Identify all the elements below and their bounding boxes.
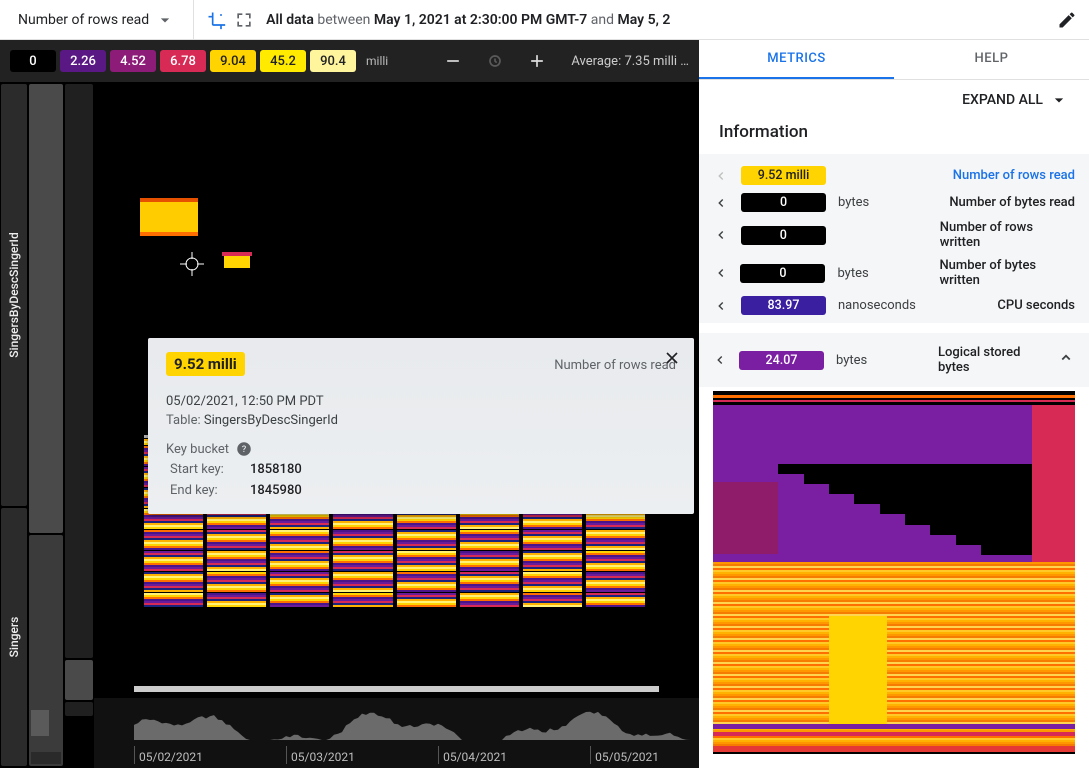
legend-swatch: 9.04 bbox=[210, 50, 256, 72]
legend-average: Average: 7.35 milli … bbox=[571, 54, 689, 69]
info-metric-name: Number of rows read bbox=[953, 168, 1075, 183]
help-icon[interactable]: ? bbox=[235, 440, 253, 458]
info-unit: bytes bbox=[836, 353, 926, 368]
legend-swatch: 4.52 bbox=[110, 50, 156, 72]
info-row[interactable]: 9.52 milli Number of rows read bbox=[713, 162, 1075, 189]
timeline-tick: 05/05/2021 bbox=[590, 746, 659, 764]
mini-heatmap[interactable] bbox=[713, 391, 1075, 754]
legend-swatch: 2.26 bbox=[60, 50, 106, 72]
tab-help[interactable]: HELP bbox=[894, 40, 1089, 79]
timeline-sparkline[interactable]: 05/02/2021 05/03/2021 05/04/2021 05/05/2021 bbox=[94, 698, 699, 768]
info-row[interactable]: 0 bytes Number of bytes read bbox=[713, 189, 1075, 216]
tooltip-table: SingersByDescSingerId bbox=[204, 413, 338, 428]
legend-swatch: 6.78 bbox=[160, 50, 206, 72]
tooltip-start-key: 1858180 bbox=[250, 462, 672, 477]
info-unit: nanoseconds bbox=[838, 298, 928, 313]
tooltip-keybucket-label: Key bucket bbox=[166, 442, 229, 457]
info-value-pill: 0 bbox=[740, 264, 825, 283]
row-group-gutter: SingersByDescSingerId Singers bbox=[0, 82, 28, 768]
expand-all-button[interactable]: EXPAND ALL bbox=[699, 80, 1089, 114]
info-value-pill: 0 bbox=[741, 193, 826, 212]
zoom-out-icon[interactable] bbox=[439, 47, 467, 75]
svg-text:?: ? bbox=[242, 445, 246, 455]
tooltip-datetime: 05/02/2021, 12:50 PM PDT bbox=[148, 392, 694, 411]
info-metric-name: Number of bytes written bbox=[939, 258, 1075, 288]
row-density-gutter bbox=[28, 82, 64, 768]
info-row[interactable]: 0 bytes Number of bytes written bbox=[713, 254, 1075, 292]
tooltip-value-pill: 9.52 milli bbox=[166, 352, 245, 376]
timeline-tick: 05/03/2021 bbox=[286, 746, 355, 764]
chevron-left-icon[interactable] bbox=[713, 266, 728, 280]
chevron-left-icon[interactable] bbox=[713, 228, 729, 242]
section-title: Information bbox=[699, 114, 1089, 154]
info-unit: bytes bbox=[838, 195, 928, 210]
edit-range-icon[interactable] bbox=[1053, 6, 1081, 34]
chevron-up-icon[interactable] bbox=[1057, 349, 1075, 371]
color-legend: 02.264.526.789.0445.290.4 milli Average:… bbox=[0, 40, 699, 82]
close-icon[interactable] bbox=[658, 344, 686, 372]
metric-dropdown-label: Number of rows read bbox=[18, 12, 149, 28]
chevron-left-icon[interactable] bbox=[713, 299, 729, 313]
metric-dropdown[interactable]: Number of rows read bbox=[8, 6, 185, 34]
tooltip-end-key: 1845980 bbox=[250, 483, 672, 498]
zoom-reset-icon[interactable] bbox=[481, 47, 509, 75]
legend-swatch: 0 bbox=[10, 50, 56, 72]
fullscreen-icon[interactable] bbox=[230, 6, 258, 34]
info-value-pill: 24.07 bbox=[739, 351, 824, 370]
tab-metrics[interactable]: METRICS bbox=[699, 40, 894, 79]
chevron-down-icon bbox=[1049, 90, 1069, 110]
tooltip-card: 9.52 milli Number of rows read 05/02/202… bbox=[148, 338, 694, 514]
info-metric-name: CPU seconds bbox=[997, 298, 1075, 313]
info-metric-name: Number of rows written bbox=[940, 220, 1075, 250]
legend-swatch: 90.4 bbox=[310, 50, 356, 72]
legend-swatch: 45.2 bbox=[260, 50, 306, 72]
info-row[interactable]: 83.97 nanoseconds CPU seconds bbox=[713, 292, 1075, 319]
info-value-pill: 9.52 milli bbox=[741, 166, 826, 185]
zoom-in-icon[interactable] bbox=[523, 47, 551, 75]
info-value-pill: 83.97 bbox=[741, 296, 826, 315]
row-group-label: SingersByDescSingerId bbox=[7, 232, 21, 357]
info-unit: bytes bbox=[837, 266, 927, 281]
info-metric-name: Number of bytes read bbox=[949, 195, 1075, 210]
time-range-text: All data between May 1, 2021 at 2:30:00 … bbox=[266, 12, 1049, 28]
legend-unit: milli bbox=[366, 54, 388, 68]
info-metric-name: Logical stored bytes bbox=[938, 345, 1037, 375]
row-group-label: Singers bbox=[7, 616, 21, 657]
timeline-tick: 05/04/2021 bbox=[438, 746, 507, 764]
timeline-tick: 05/02/2021 bbox=[134, 746, 203, 764]
info-row[interactable]: 0 Number of rows written bbox=[713, 216, 1075, 254]
chevron-left-icon[interactable] bbox=[713, 353, 727, 367]
row-density-gutter-2 bbox=[64, 82, 94, 768]
chevron-left-icon[interactable] bbox=[713, 169, 729, 183]
info-row-storage[interactable]: 24.07 bytes Logical stored bytes bbox=[713, 341, 1075, 379]
info-value-pill: 0 bbox=[741, 226, 826, 245]
caret-down-icon bbox=[155, 10, 175, 30]
crop-icon[interactable] bbox=[202, 6, 230, 34]
divider bbox=[193, 0, 194, 40]
chevron-left-icon[interactable] bbox=[713, 196, 729, 210]
